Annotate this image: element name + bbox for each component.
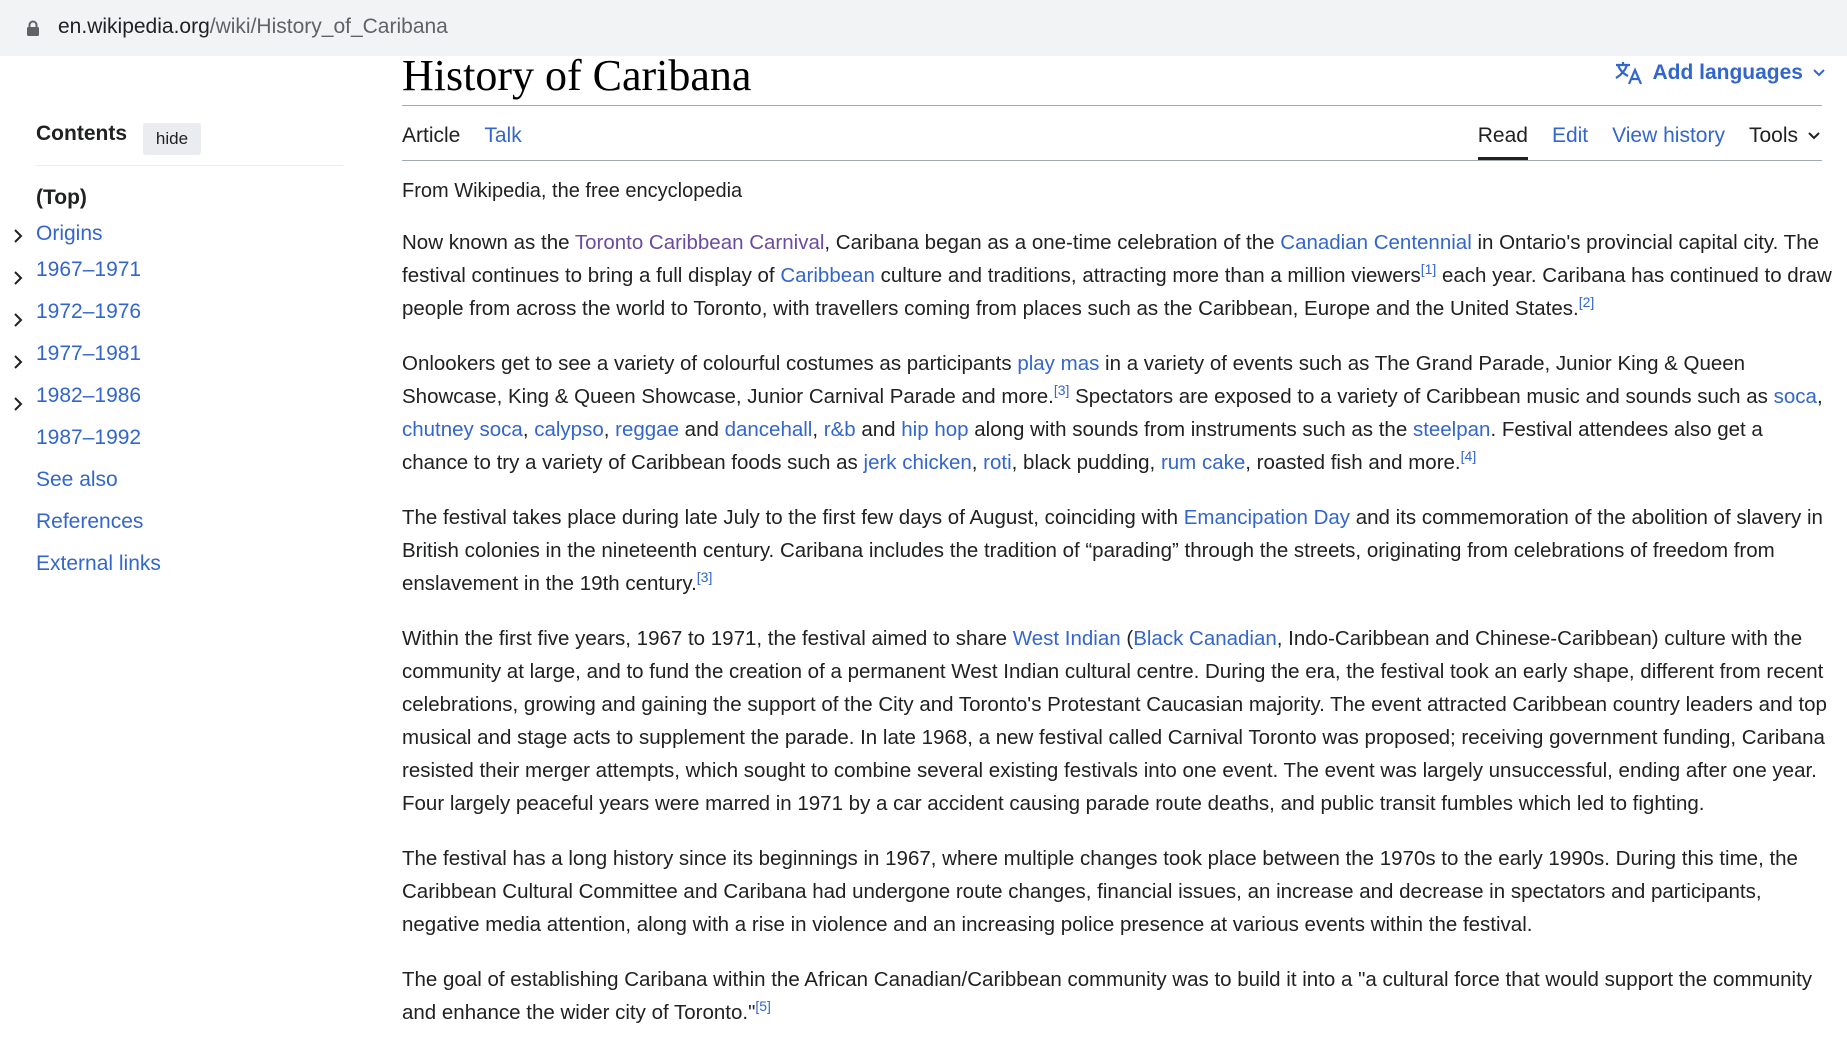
- article-paragraph: Onlookers get to see a variety of colour…: [402, 347, 1832, 479]
- tools-label: Tools: [1748, 124, 1798, 147]
- body-text: Now known as the: [402, 231, 575, 254]
- url-text[interactable]: en.wikipedia.org/wiki/History_of_Cariban…: [58, 15, 448, 39]
- url-host: en.wikipedia.org: [58, 15, 210, 38]
- tab-article[interactable]: Article: [402, 124, 460, 160]
- body-text: , black pudding,: [1011, 451, 1161, 474]
- wiki-link[interactable]: steelpan: [1413, 418, 1491, 441]
- citation-link[interactable]: [1]: [1421, 261, 1437, 277]
- url-path: /wiki/History_of_Caribana: [209, 15, 448, 38]
- tab-view-history[interactable]: View history: [1612, 124, 1725, 160]
- wiki-link[interactable]: Emancipation Day: [1184, 506, 1350, 529]
- body-text: The festival takes place during late Jul…: [402, 506, 1184, 529]
- body-text: , Caribana began as a one-time celebrati…: [824, 231, 1281, 254]
- toc-item-1972-1976[interactable]: 1972–1976: [36, 300, 141, 324]
- translate-icon: [1615, 62, 1643, 85]
- body-text: culture and traditions, attracting more …: [874, 264, 1421, 287]
- citation: [2]: [1579, 294, 1595, 310]
- body-text: ,: [812, 418, 824, 441]
- body-text: The festival has a long history since it…: [402, 847, 1798, 936]
- wiki-link[interactable]: Toronto Caribbean Carnival: [575, 231, 825, 254]
- citation: [1]: [1421, 261, 1437, 277]
- body-text: , Indo-Caribbean and Chinese-Caribbean) …: [402, 627, 1827, 815]
- toc-item-1982-1986[interactable]: 1982–1986: [36, 384, 141, 408]
- toc-heading: Contents: [36, 122, 127, 145]
- page-title: History of Caribana: [402, 51, 752, 100]
- address-bar[interactable]: en.wikipedia.org/wiki/History_of_Cariban…: [0, 0, 1847, 56]
- toc-item-see-also[interactable]: See also: [36, 468, 118, 492]
- wiki-link[interactable]: play mas: [1017, 352, 1099, 375]
- body-text: The goal of establishing Caribana within…: [402, 968, 1813, 1024]
- body-text: Spectators are exposed to a variety of C…: [1069, 385, 1774, 408]
- wiki-link[interactable]: West Indian: [1013, 627, 1121, 650]
- citation-link[interactable]: [2]: [1579, 294, 1595, 310]
- chevron-down-icon: [1813, 69, 1825, 77]
- body-text: ,: [522, 418, 535, 441]
- chevron-right-icon[interactable]: [10, 396, 26, 412]
- wiki-link[interactable]: Canadian Centennial: [1280, 231, 1471, 254]
- article-paragraph: The festival has a long history since it…: [402, 842, 1832, 941]
- wiki-link[interactable]: reggae: [615, 418, 679, 441]
- wiki-link[interactable]: chutney soca: [402, 418, 523, 441]
- site-tagline: From Wikipedia, the free encyclopedia: [402, 180, 743, 202]
- wiki-link[interactable]: Caribbean: [780, 264, 875, 287]
- citation: [4]: [1461, 448, 1477, 464]
- namespace-tabs: Article Talk: [402, 124, 522, 160]
- body-text: and: [678, 418, 725, 441]
- body-text: Onlookers get to see a variety of colour…: [402, 352, 1018, 375]
- toc-divider: [36, 165, 343, 166]
- body-text: ,: [971, 451, 984, 474]
- tabs-divider: [402, 160, 1822, 161]
- body-text: (: [1120, 627, 1134, 650]
- citation-link[interactable]: [3]: [697, 569, 713, 585]
- citation: [5]: [755, 998, 771, 1014]
- wiki-link[interactable]: hip hop: [901, 418, 968, 441]
- chevron-right-icon[interactable]: [10, 270, 26, 286]
- wiki-link[interactable]: roti: [983, 451, 1011, 474]
- tab-talk[interactable]: Talk: [484, 124, 521, 160]
- body-text: ,: [1816, 385, 1823, 408]
- article-paragraph: The goal of establishing Caribana within…: [402, 963, 1832, 1029]
- tab-edit[interactable]: Edit: [1552, 124, 1588, 160]
- toc-item-1987-1992[interactable]: 1987–1992: [36, 426, 141, 450]
- chevron-down-icon: [1808, 132, 1820, 140]
- article-body: Now known as the Toronto Caribbean Carni…: [402, 226, 1832, 1051]
- chevron-right-icon[interactable]: [10, 312, 26, 328]
- body-text: , roasted fish and more.: [1245, 451, 1461, 474]
- citation: [3]: [1054, 382, 1070, 398]
- citation-link[interactable]: [5]: [755, 998, 771, 1014]
- toc-item-1977-1981[interactable]: 1977–1981: [36, 342, 141, 366]
- article-paragraph: Within the first five years, 1967 to 197…: [402, 622, 1832, 820]
- toc-item-origins[interactable]: Origins: [36, 222, 103, 246]
- wiki-link[interactable]: r&b: [824, 418, 856, 441]
- wiki-link[interactable]: calypso: [534, 418, 604, 441]
- add-languages-label: Add languages: [1652, 61, 1803, 84]
- chevron-right-icon[interactable]: [10, 354, 26, 370]
- title-divider: [402, 105, 1822, 106]
- tab-read[interactable]: Read: [1477, 124, 1528, 160]
- citation: [3]: [697, 569, 713, 585]
- toc-item-external-links[interactable]: External links: [36, 552, 161, 576]
- view-tabs: Read Edit View history Tools: [1477, 124, 1822, 160]
- citation-link[interactable]: [3]: [1054, 382, 1070, 398]
- citation-link[interactable]: [4]: [1461, 448, 1477, 464]
- wiki-link[interactable]: jerk chicken: [864, 451, 972, 474]
- toc-item-1967-1971[interactable]: 1967–1971: [36, 258, 141, 282]
- article-paragraph: The festival takes place during late Jul…: [402, 501, 1832, 600]
- body-text: Within the first five years, 1967 to 197…: [402, 627, 1013, 650]
- article-paragraph: Now known as the Toronto Caribbean Carni…: [402, 226, 1832, 325]
- wiki-link[interactable]: soca: [1774, 385, 1817, 408]
- wiki-link[interactable]: rum cake: [1161, 451, 1245, 474]
- body-text: ,: [603, 418, 616, 441]
- body-text: and: [855, 418, 902, 441]
- body-text: along with sounds from instruments such …: [968, 418, 1413, 441]
- add-languages-button[interactable]: Add languages: [1614, 60, 1827, 86]
- lock-icon: [27, 20, 39, 36]
- wiki-link[interactable]: Black Canadian: [1133, 627, 1277, 650]
- toc-hide-button[interactable]: hide: [143, 123, 201, 155]
- tools-menu[interactable]: Tools: [1749, 124, 1822, 160]
- chevron-right-icon[interactable]: [10, 228, 26, 244]
- toc-item-references[interactable]: References: [36, 510, 143, 534]
- toc-item-top[interactable]: (Top): [36, 186, 87, 210]
- wiki-link[interactable]: dancehall: [725, 418, 813, 441]
